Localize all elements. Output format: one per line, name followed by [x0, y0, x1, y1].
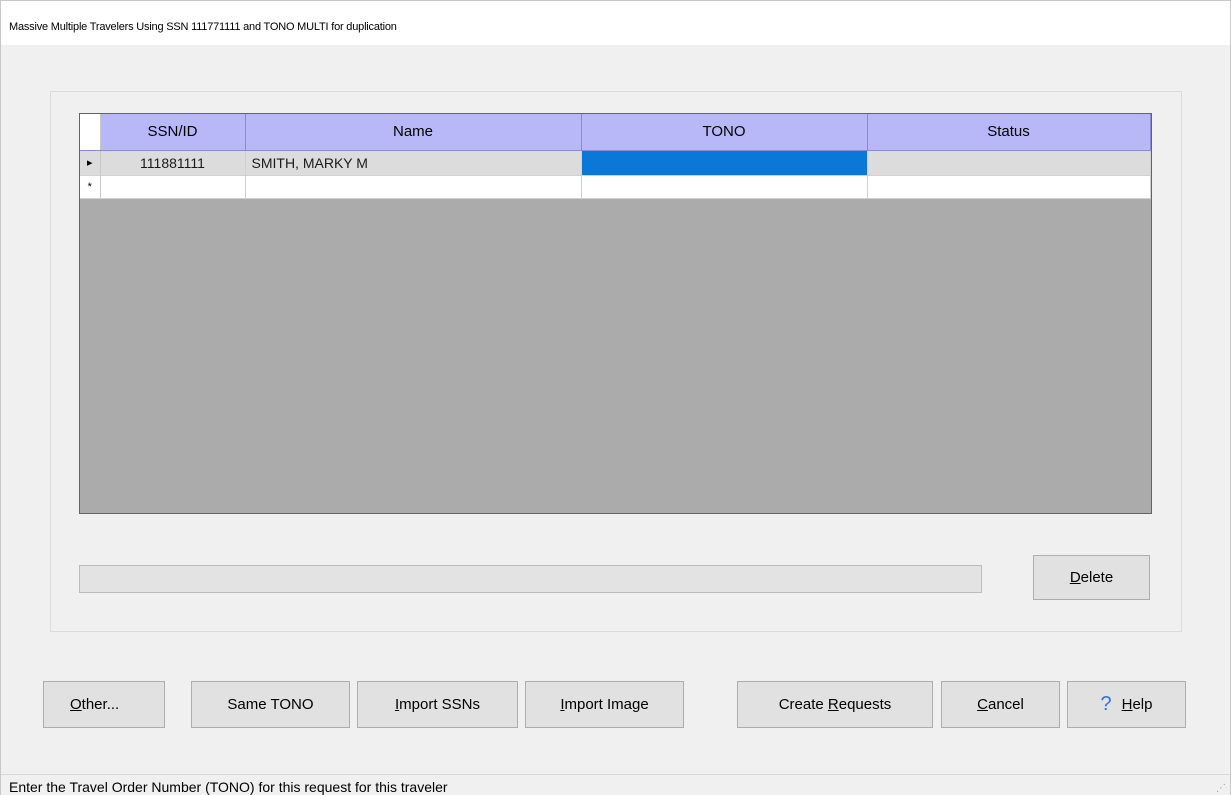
import-image-label-post: mport Image [564, 696, 649, 713]
current-row-indicator-icon[interactable]: ▸ [80, 150, 101, 176]
cancel-button[interactable]: Cancel [941, 681, 1060, 728]
window-title: Massive Multiple Travelers Using SSN 111… [9, 21, 397, 33]
cancel-accel: C [977, 696, 988, 713]
delete-label-post: elete [1080, 569, 1114, 586]
progress-bar [79, 565, 982, 593]
grid-header-row: SSN/ID Name TONO Status [80, 114, 1151, 151]
new-cell-tono[interactable] [581, 175, 868, 199]
column-header-tono[interactable]: TONO [581, 114, 868, 151]
column-header-ssn[interactable]: SSN/ID [100, 114, 246, 151]
create-requests-label-pre: Create [778, 696, 828, 713]
new-row[interactable]: * [80, 175, 1151, 199]
status-text: Enter the Travel Order Number (TONO) for… [9, 779, 448, 795]
row-header-corner [80, 114, 101, 151]
grid-table: SSN/ID Name TONO Status ▸ 111881111 SMIT… [80, 114, 1151, 199]
column-header-name[interactable]: Name [245, 114, 582, 151]
title-bar: Massive Multiple Travelers Using SSN 111… [1, 1, 1230, 45]
resize-grip-icon[interactable]: ⋰ [1216, 783, 1226, 794]
help-button[interactable]: ? Help [1067, 681, 1186, 728]
import-ssns-button[interactable]: Import SSNs [357, 681, 518, 728]
cell-ssn[interactable]: 111881111 [100, 150, 246, 176]
create-requests-accel: R [827, 696, 839, 713]
grid-empty-area [80, 204, 1151, 513]
cancel-label-post: ancel [987, 696, 1024, 713]
other-label-post: ther... [81, 696, 120, 713]
new-row-indicator-icon[interactable]: * [80, 175, 101, 199]
import-ssns-label-post: mport SSNs [399, 696, 481, 713]
create-requests-label-post: equests [838, 696, 892, 713]
delete-button[interactable]: Delete [1033, 555, 1150, 600]
cell-tono[interactable] [581, 150, 868, 176]
import-image-button[interactable]: Import Image [525, 681, 684, 728]
status-bar: Enter the Travel Order Number (TONO) for… [1, 774, 1230, 795]
table-row[interactable]: ▸ 111881111 SMITH, MARKY M [80, 150, 1151, 176]
help-question-icon: ? [1100, 693, 1112, 715]
delete-accel: D [1069, 569, 1081, 586]
cell-status[interactable] [867, 150, 1151, 176]
column-header-status[interactable]: Status [867, 114, 1151, 151]
dialog-window: Massive Multiple Travelers Using SSN 111… [0, 0, 1231, 795]
same-tono-label: Same TONO [227, 696, 314, 713]
other-button[interactable]: Other... [43, 681, 165, 728]
new-cell-ssn[interactable] [100, 175, 246, 199]
travelers-grid[interactable]: SSN/ID Name TONO Status ▸ 111881111 SMIT… [79, 113, 1152, 514]
new-cell-status[interactable] [867, 175, 1151, 199]
same-tono-button[interactable]: Same TONO [191, 681, 350, 728]
help-accel: H [1121, 696, 1133, 713]
cell-name[interactable]: SMITH, MARKY M [245, 150, 582, 176]
other-accel: O [70, 696, 82, 713]
new-cell-name[interactable] [245, 175, 582, 199]
create-requests-button[interactable]: Create Requests [737, 681, 933, 728]
help-label-post: elp [1132, 696, 1153, 713]
